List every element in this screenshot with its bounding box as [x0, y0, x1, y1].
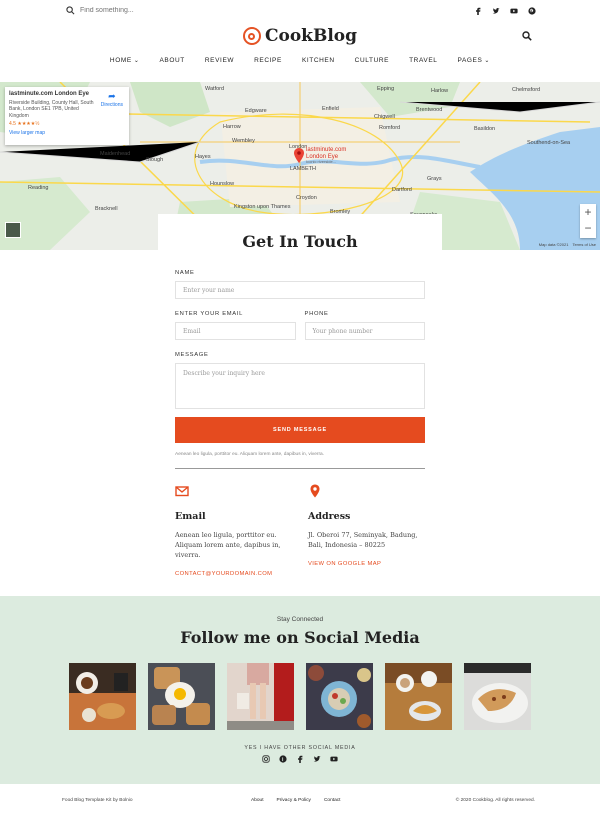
- social-links: [0, 754, 600, 763]
- facebook-icon[interactable]: [296, 754, 305, 763]
- email-text: Aenean leo ligula, porttitor eu. Aliquam…: [175, 531, 281, 560]
- nav-item-about[interactable]: ABOUT: [149, 57, 194, 64]
- nav-item-pages[interactable]: PAGES ⌄: [448, 57, 501, 64]
- site-logo[interactable]: CookBlog: [0, 26, 600, 46]
- nav-item-culture[interactable]: CULTURE: [345, 57, 399, 64]
- search-icon[interactable]: [66, 6, 75, 15]
- directions-button[interactable]: ➦ Directions: [101, 91, 123, 108]
- contact-form-card: Get In Touch NAME Enter your name ENTER …: [158, 214, 442, 457]
- map-pin-icon[interactable]: [294, 148, 304, 163]
- site-name: CookBlog: [264, 26, 358, 46]
- facebook-icon[interactable]: [473, 6, 482, 15]
- zoom-in-button[interactable]: +: [580, 204, 596, 220]
- nav-item-kitchen[interactable]: KITCHEN: [292, 57, 345, 64]
- social-section: Stay Connected Follow me on Social Media…: [0, 596, 600, 784]
- instagram-icon[interactable]: [262, 754, 271, 763]
- place-rating: 4.5 ★★★★½: [9, 120, 40, 127]
- search-icon[interactable]: [522, 31, 532, 41]
- zoom-out-button[interactable]: −: [580, 220, 596, 236]
- logo-mark-icon: [242, 27, 261, 45]
- pinterest-icon[interactable]: [279, 754, 288, 763]
- footer-link-about[interactable]: About: [251, 798, 264, 803]
- salad-bowls-photo[interactable]: [306, 663, 373, 730]
- place-address: Riverside Building, County Hall, South B…: [9, 100, 94, 119]
- address-title: Address: [308, 511, 351, 522]
- croissant-coffee-photo[interactable]: [385, 663, 452, 730]
- footer-link-contact[interactable]: Contact: [324, 798, 341, 803]
- name-field[interactable]: Enter your name: [175, 281, 425, 299]
- pinterest-icon[interactable]: [527, 6, 536, 15]
- site-footer: Food Blog Template Kit by Bolnio About P…: [0, 784, 600, 817]
- youtube-icon[interactable]: [509, 6, 518, 15]
- email-info: Email Aenean leo ligula, porttitor eu. A…: [175, 484, 300, 577]
- twitter-icon[interactable]: [313, 754, 322, 763]
- view-larger-map-link[interactable]: View larger map: [9, 130, 125, 136]
- message-field[interactable]: Describe your inquiry here: [175, 363, 425, 409]
- zoom-controls: + −: [580, 204, 596, 238]
- footer-link-privacy[interactable]: Privacy & Policy: [277, 798, 311, 803]
- chevron-down-icon: ⌄: [484, 58, 491, 64]
- contact-email-link[interactable]: CONTACT@YOURDOMAIN.COM: [175, 571, 300, 577]
- social-kicker: Stay Connected: [276, 616, 324, 623]
- phone-field[interactable]: Your phone number: [304, 322, 425, 340]
- section-divider: [175, 468, 425, 469]
- top-social-links: [473, 6, 536, 15]
- envelope-icon: [175, 486, 189, 497]
- chevron-down-icon: ⌄: [133, 58, 140, 64]
- satellite-toggle[interactable]: [5, 222, 21, 238]
- email-label: ENTER YOUR EMAIL: [175, 311, 244, 317]
- other-social-text: YES I HAVE OTHER SOCIAL MEDIA: [244, 745, 356, 751]
- search-bar[interactable]: [66, 6, 160, 15]
- pin-label: lastminute.com London Eye Iconic riversi…: [306, 147, 347, 165]
- nav-item-review[interactable]: REVIEW: [195, 57, 244, 64]
- top-bar: [0, 0, 600, 24]
- form-note: Aenean leo ligula, porttitor eu. Aliquam…: [175, 452, 325, 457]
- coffee-breakfast-photo[interactable]: [69, 663, 136, 730]
- google-map-link[interactable]: VIEW ON GOOGLE MAP: [308, 561, 433, 567]
- search-input[interactable]: [80, 7, 160, 14]
- footer-copyright: © 2020 Cookblog. All rights reserved.: [455, 798, 535, 803]
- email-field[interactable]: Email: [175, 322, 296, 340]
- nav-item-home[interactable]: HOME ⌄: [100, 57, 150, 64]
- contact-title: Get In Touch: [242, 232, 358, 251]
- name-label: NAME: [175, 270, 195, 276]
- nav-item-recipe[interactable]: RECIPE: [244, 57, 292, 64]
- message-label: MESSAGE: [175, 352, 209, 358]
- terms-link[interactable]: Terms of Use: [572, 242, 596, 247]
- address-info: Address Jl. Oberoi 77, Seminyak, Badung,…: [308, 484, 433, 567]
- footer-credit: Food Blog Template Kit by Bolnio: [62, 798, 133, 803]
- map-place-card: lastminute.com London Eye Riverside Buil…: [5, 87, 129, 145]
- person-legs-photo[interactable]: [227, 663, 294, 730]
- social-title: Follow me on Social Media: [180, 628, 420, 647]
- phone-label: PHONE: [304, 311, 329, 317]
- address-text: Jl. Oberoi 77, Seminyak, Badung, Bali, I…: [308, 531, 418, 550]
- directions-icon: ➦: [108, 91, 116, 101]
- footer-links: About Privacy & Policy Contact: [251, 798, 340, 803]
- location-pin-icon: [310, 484, 320, 498]
- fried-egg-toast-photo[interactable]: [148, 663, 215, 730]
- instagram-gallery: [69, 663, 531, 730]
- youtube-icon[interactable]: [330, 754, 339, 763]
- send-message-button[interactable]: SEND MESSAGE: [175, 417, 425, 443]
- pastry-plate-photo[interactable]: [464, 663, 531, 730]
- main-nav: HOME ⌄ ABOUT REVIEW RECIPE KITCHEN CULTUR…: [0, 57, 600, 64]
- nav-item-travel[interactable]: TRAVEL: [399, 57, 447, 64]
- map-attribution: Map data ©2021 Terms of Use: [538, 242, 596, 247]
- twitter-icon[interactable]: [491, 6, 500, 15]
- email-title: Email: [175, 511, 206, 522]
